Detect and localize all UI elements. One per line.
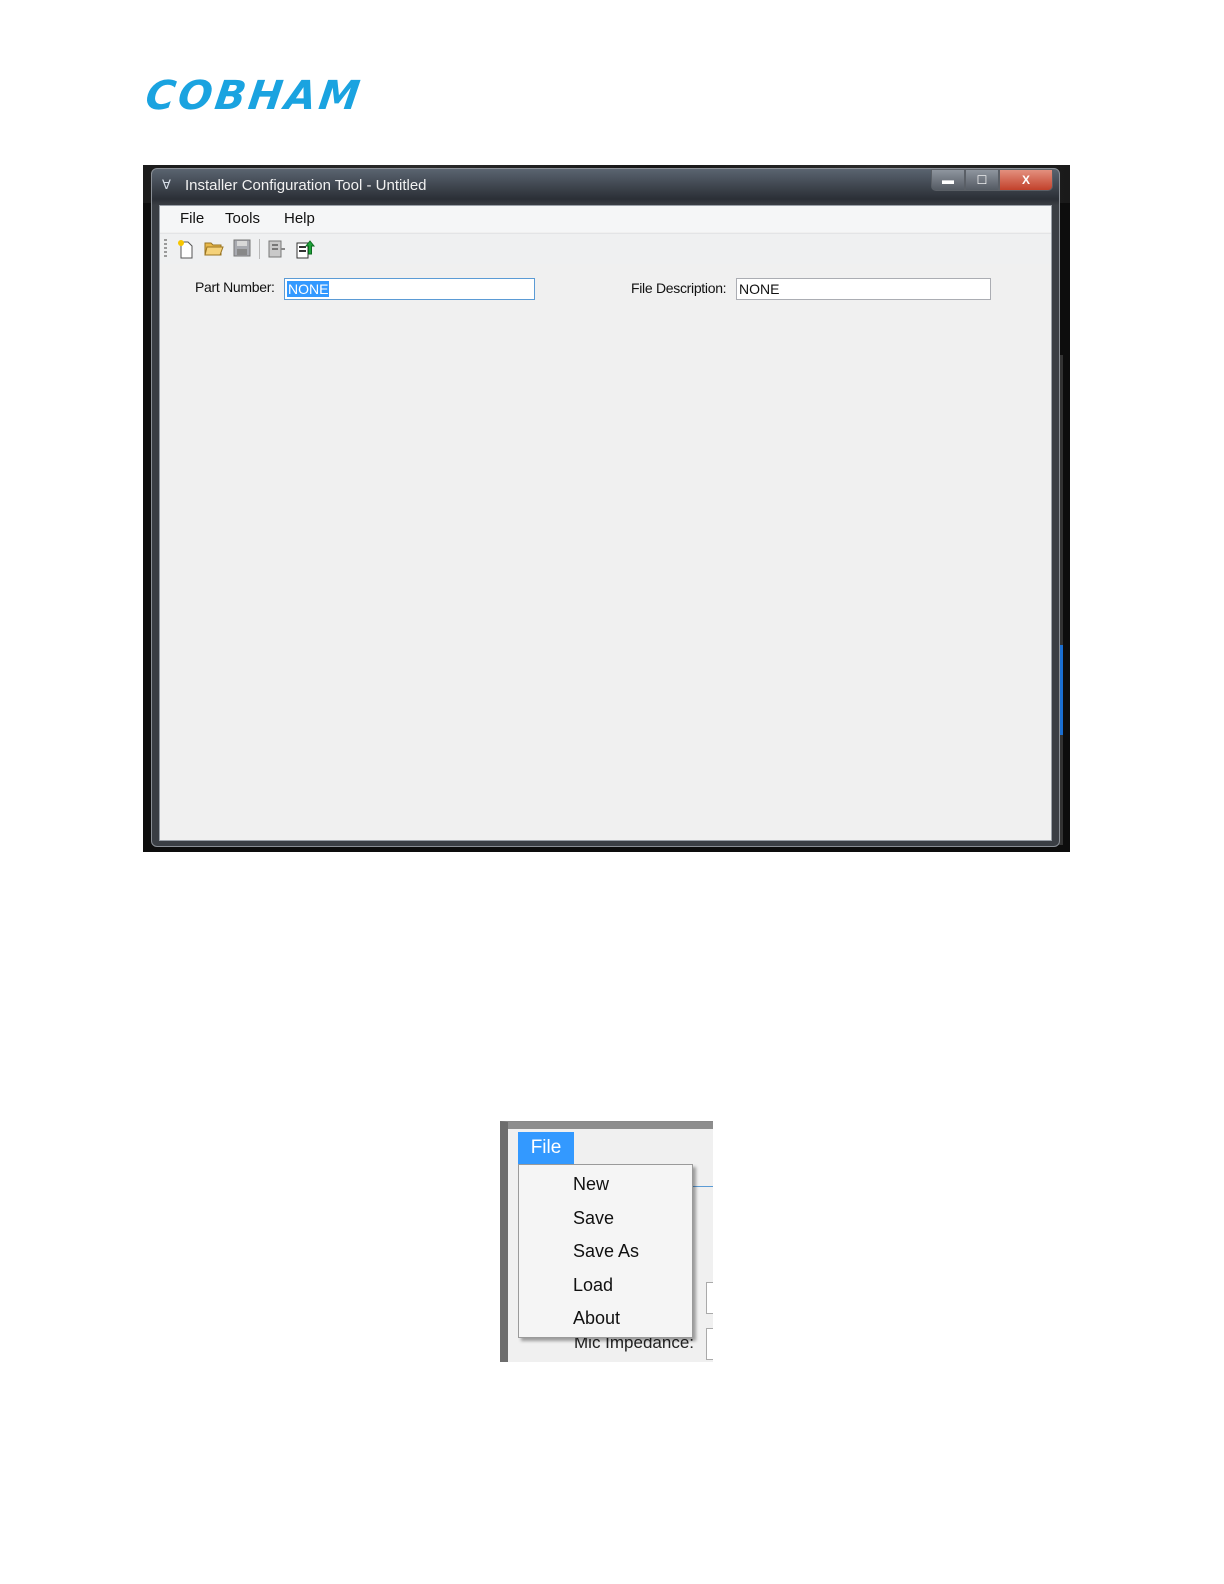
menu-item-save[interactable]: Save <box>573 1207 614 1229</box>
menu-file[interactable]: File <box>180 210 204 228</box>
menu-file-open[interactable]: File <box>518 1132 574 1164</box>
menu-item-about[interactable]: About <box>573 1307 620 1329</box>
maximize-button[interactable]: ☐ <box>965 169 999 191</box>
window-controls: ▬ ☐ X <box>931 169 1053 191</box>
menu-tools[interactable]: Tools <box>225 210 260 228</box>
part-number-label: Part Number: <box>195 279 275 295</box>
menu-item-save-as[interactable]: Save As <box>573 1240 639 1262</box>
export-icon[interactable] <box>267 239 287 259</box>
background-edge <box>143 205 151 845</box>
part-number-value: NONE <box>287 281 330 297</box>
app-icon: ∀ <box>162 177 171 192</box>
title-bar[interactable]: ∀ Installer Configuration Tool - Untitle… <box>152 169 1059 203</box>
toolbar-separator <box>259 239 260 259</box>
menu-bar: File Tools Help <box>160 206 1051 232</box>
toolbar-grip-icon[interactable] <box>164 239 167 259</box>
toolbar <box>160 233 1051 264</box>
part-number-field[interactable]: NONE <box>284 278 535 300</box>
background-field <box>706 1328 713 1360</box>
open-folder-icon[interactable] <box>204 239 224 259</box>
menu-item-load[interactable]: Load <box>573 1274 613 1296</box>
frame-top <box>508 1122 713 1129</box>
app-window: ∀ Installer Configuration Tool - Untitle… <box>151 168 1060 847</box>
background-field <box>706 1282 713 1314</box>
upload-icon[interactable] <box>295 239 316 259</box>
app-screenshot: ∀ Installer Configuration Tool - Untitle… <box>143 165 1070 852</box>
client-area: File Tools Help Part Number: NONE File D… <box>159 205 1052 841</box>
menu-help[interactable]: Help <box>284 210 315 228</box>
file-description-label: File Description: <box>631 280 727 296</box>
new-file-icon[interactable] <box>176 239 196 259</box>
menu-item-new[interactable]: New <box>573 1173 609 1195</box>
file-menu-screenshot: Mic Impedance: File New Save Save As Loa… <box>500 1121 713 1362</box>
cobham-logo: COBHAM <box>142 73 366 119</box>
minimize-button[interactable]: ▬ <box>931 169 965 191</box>
file-description-field[interactable]: NONE <box>736 278 991 300</box>
window-title: Installer Configuration Tool - Untitled <box>185 177 427 194</box>
save-icon[interactable] <box>232 239 252 259</box>
file-dropdown: New Save Save As Load About <box>518 1164 693 1338</box>
close-button[interactable]: X <box>999 169 1053 191</box>
